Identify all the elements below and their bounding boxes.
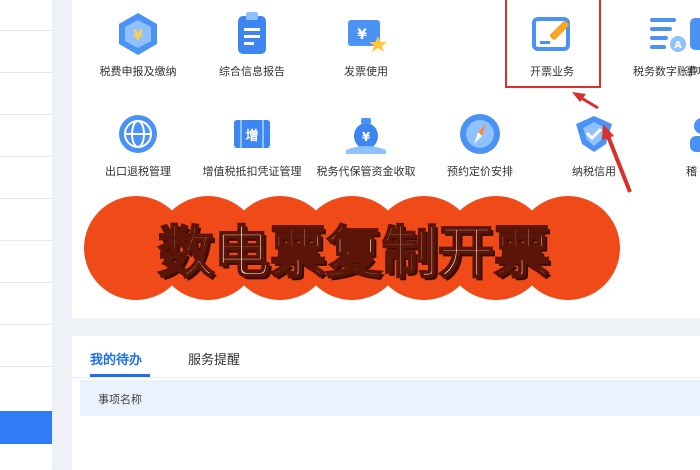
vat-ticket-icon: 增	[234, 120, 270, 148]
money-bag-icon: ¥	[346, 118, 386, 154]
service-label: 综合信息报告	[219, 65, 285, 78]
sidebar-divider	[0, 324, 52, 325]
globe-icon	[119, 115, 157, 153]
sidebar-divider	[0, 30, 52, 31]
invoice-star-icon: ¥	[348, 20, 387, 52]
active-tab-underline	[90, 374, 150, 377]
service-label: 出口退税管理	[105, 165, 171, 178]
sidebar	[0, 0, 52, 470]
service-label: 税务代保管资金收取	[316, 165, 416, 178]
service-invoice-use[interactable]: ¥ 发票使用	[310, 10, 422, 79]
sidebar-divider	[0, 282, 52, 283]
tab-service-reminder[interactable]: 服务提醒	[188, 349, 240, 368]
table-header: 事项名称	[80, 380, 700, 416]
service-export-rebate[interactable]: 出口退税管理	[82, 110, 194, 179]
column-header-item-name: 事项名称	[98, 393, 142, 406]
sidebar-item-active[interactable]	[0, 411, 52, 444]
partial-icon	[690, 18, 700, 50]
todo-panel: 我的待办 服务提醒 事项名称	[72, 336, 700, 470]
banner-text: 数电票复制开票	[84, 196, 624, 300]
service-partial[interactable]: 事项	[668, 10, 700, 79]
tax-declaration-icon: ¥	[119, 13, 157, 55]
sidebar-divider	[0, 366, 52, 367]
tab-my-todo[interactable]: 我的待办	[90, 349, 142, 368]
service-vat-deduction[interactable]: 增 增值税抵扣凭证管理	[196, 110, 308, 179]
banner-title: 数电票复制开票	[157, 219, 551, 287]
title-banner: 数电票复制开票	[84, 196, 624, 300]
svg-text:¥: ¥	[357, 27, 367, 43]
sidebar-divider	[0, 156, 52, 157]
service-label: 发票使用	[344, 65, 388, 78]
sidebar-divider	[0, 72, 52, 73]
service-audit-partial[interactable]: 稽	[668, 110, 700, 179]
sidebar-divider	[0, 114, 52, 115]
service-tax-declaration[interactable]: ¥ 税费申报及缴纳	[82, 10, 194, 79]
highlight-box	[505, 0, 601, 88]
service-label: 稽	[686, 165, 697, 178]
sidebar-divider	[0, 198, 52, 199]
arrow-annotation	[572, 92, 632, 193]
service-info-report[interactable]: 综合信息报告	[196, 10, 308, 79]
service-custody-funds[interactable]: ¥ 税务代保管资金收取	[310, 110, 422, 179]
sidebar-divider	[0, 240, 52, 241]
partial-user-icon	[690, 118, 700, 152]
svg-text:¥: ¥	[362, 130, 371, 144]
svg-text:¥: ¥	[133, 28, 143, 44]
service-label: 增值税抵扣凭证管理	[202, 165, 302, 178]
service-label: 税费申报及缴纳	[99, 65, 177, 78]
report-document-icon	[238, 12, 266, 54]
svg-text:增: 增	[245, 128, 258, 144]
service-label: 事项	[686, 65, 700, 78]
todo-tabs: 我的待办 服务提醒	[72, 336, 700, 378]
